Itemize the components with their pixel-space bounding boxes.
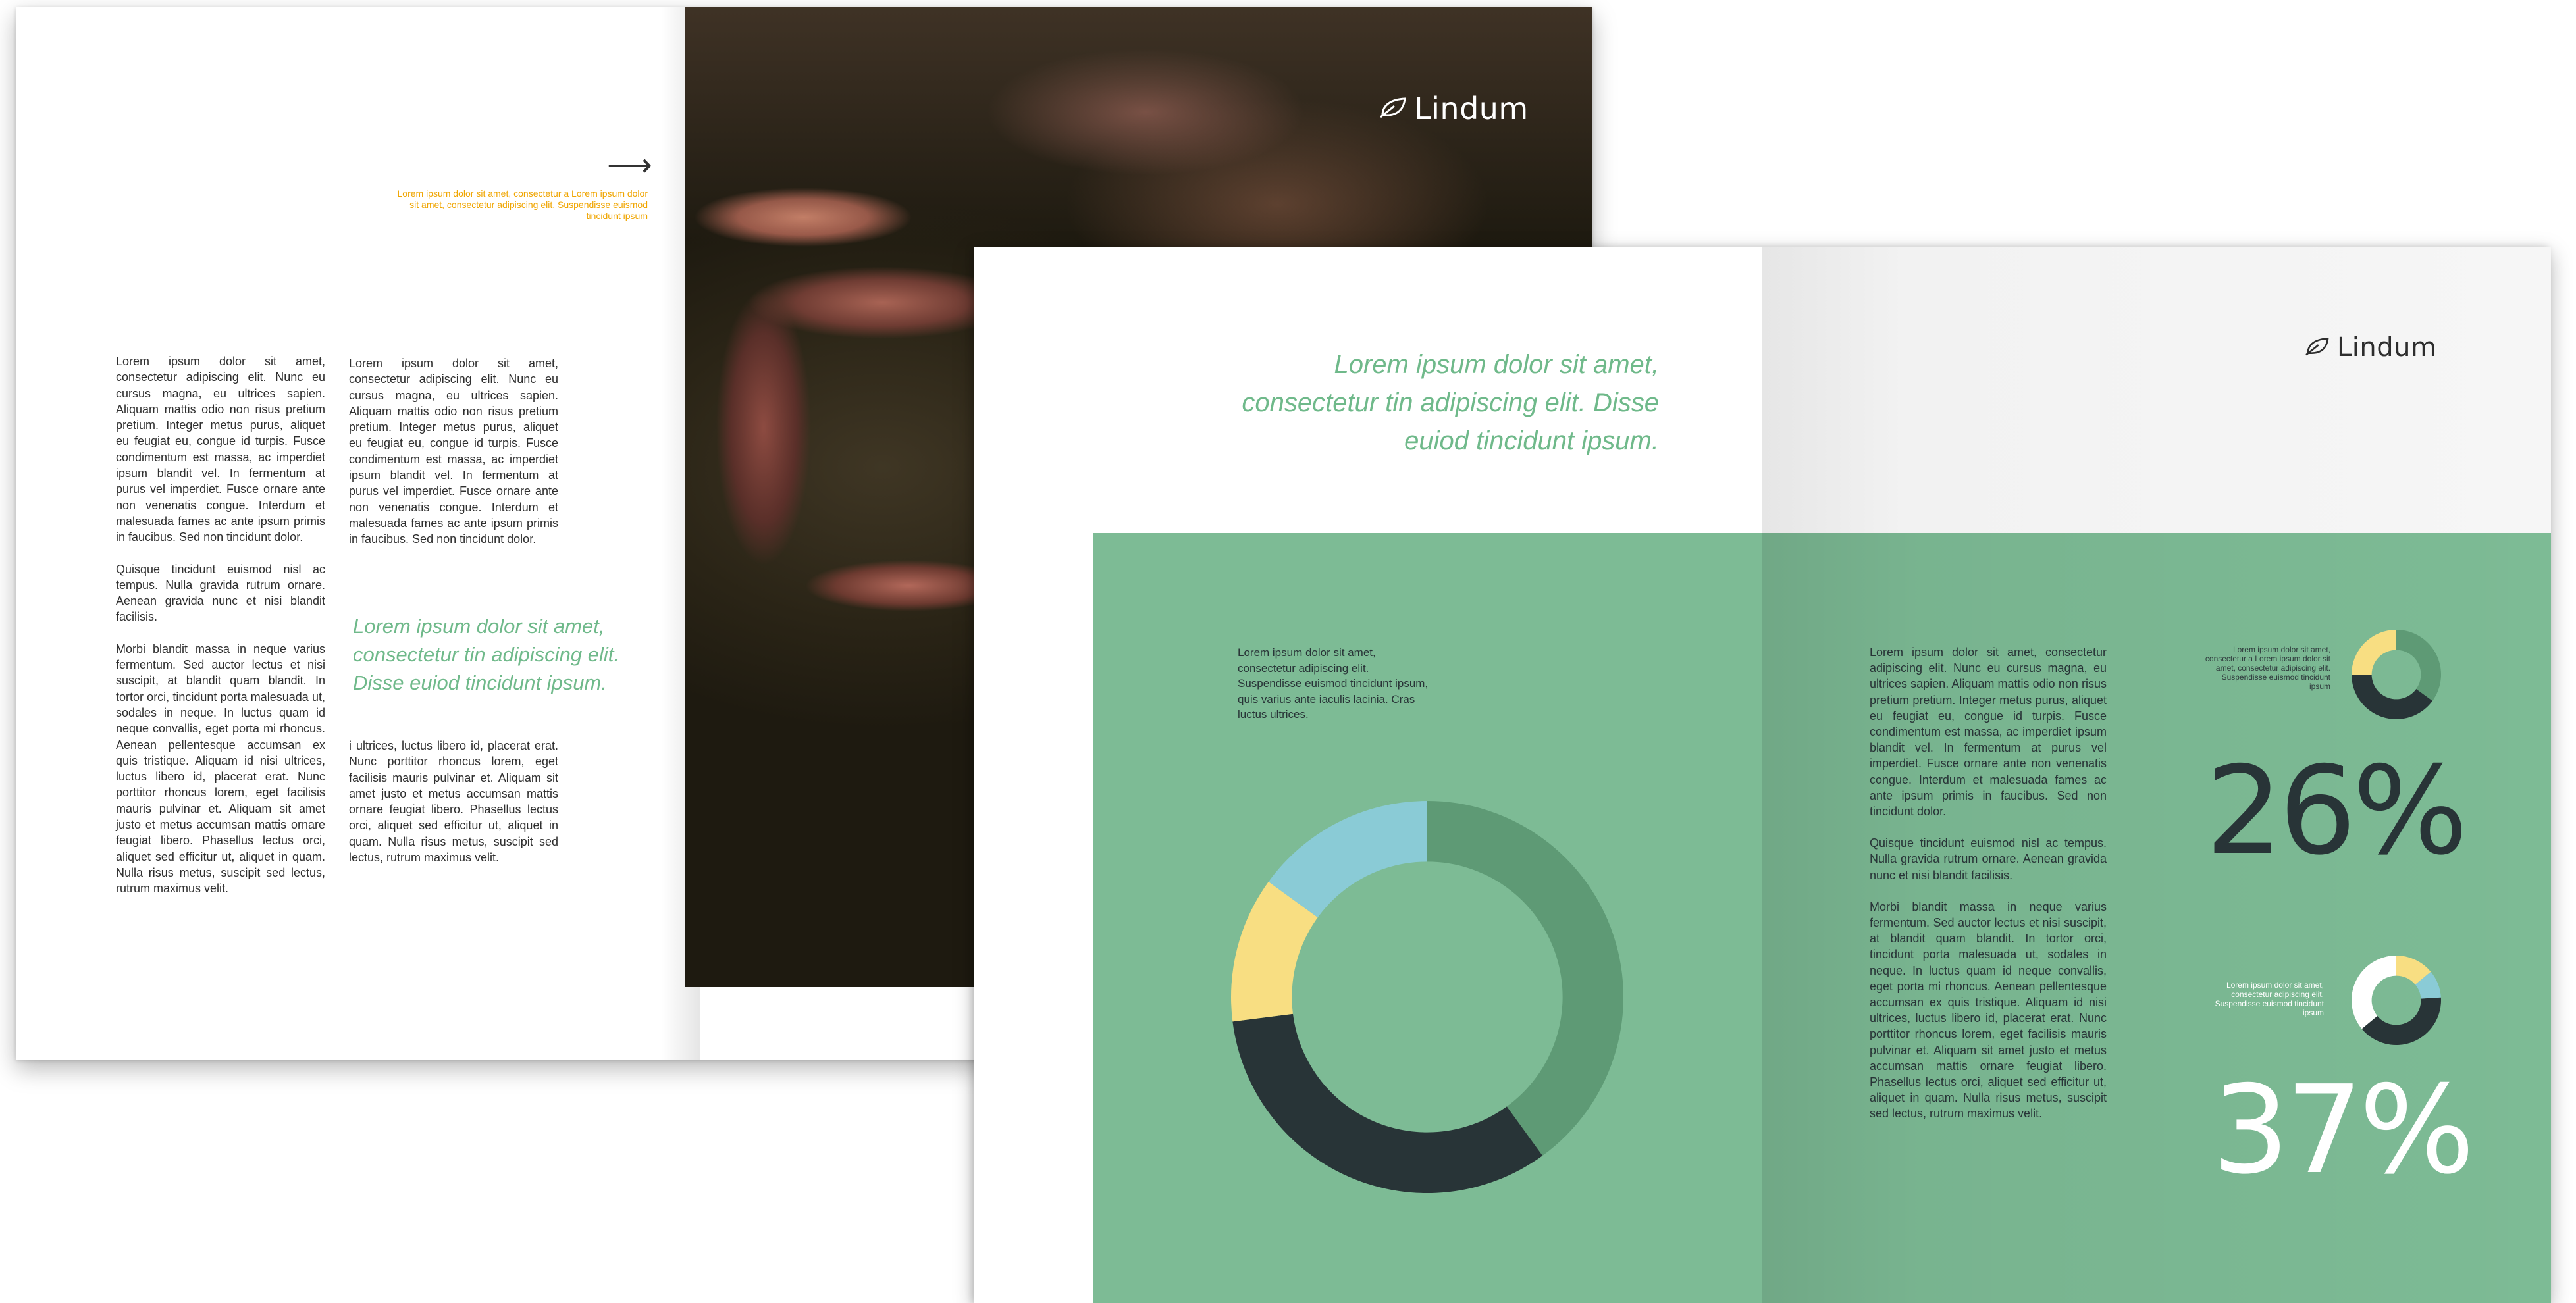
back-text-column-1: Lorem ipsum dolor sit amet, consectetur … [116, 353, 325, 913]
brand-name: Lindum [1414, 91, 1529, 126]
stat-note-1: Lorem ipsum dolor sit amet, consectetur … [2205, 645, 2330, 691]
brand-logo: Lindum [2304, 332, 2436, 363]
leaf-icon [2304, 336, 2330, 360]
back-orange-note: Lorem ipsum dolor sit amet, consectetur … [397, 188, 648, 221]
donut-segment-1 [1427, 801, 1623, 1156]
brand-logo: Lindum [1379, 91, 1529, 126]
paragraph: Quisque tincidunt euismod nisl ac tempus… [116, 562, 325, 624]
paragraph: Lorem ipsum dolor sit amet, consectetur … [116, 355, 325, 544]
brand-name: Lindum [2337, 332, 2437, 363]
paragraph: i ultrices, luctus libero id, placerat e… [349, 739, 558, 865]
donut-segment-2 [1232, 1013, 1543, 1193]
paragraph: Morbi blandit massa in neque varius ferm… [116, 642, 325, 896]
small-donut-chart-1 [2352, 630, 2441, 719]
leaf-icon [1379, 95, 1407, 122]
stat-note-2: Lorem ipsum dolor sit amet, consectetur … [2215, 981, 2324, 1017]
right-page-tint [1762, 247, 2551, 533]
back-text-column-2: Lorem ipsum dolor sit amet, consectetur … [349, 355, 558, 563]
large-donut-chart [1231, 801, 1623, 1193]
arrow-right-icon: ⟶ [607, 148, 652, 183]
chart-caption: Lorem ipsum dolor sit amet, consectetur … [1238, 646, 1429, 721]
paragraph: Morbi blandit massa in neque varius ferm… [1870, 900, 2107, 1121]
paragraph: Lorem ipsum dolor sit amet, consectetur … [349, 357, 558, 546]
front-heading: Lorem ipsum dolor sit amet, consectetur … [1242, 350, 1659, 455]
donut-segment-3 [2361, 997, 2441, 1045]
front-brochure-spread: Lorem ipsum dolor sit amet, consectetur … [974, 247, 2551, 1303]
donut-segment-3 [2352, 630, 2396, 675]
small-donut-chart-2 [2352, 956, 2441, 1045]
donut-segment-4 [2352, 956, 2396, 1029]
paragraph: Lorem ipsum dolor sit amet, consectetur … [1870, 646, 2107, 819]
stat-value-37: 37% [2212, 1059, 2475, 1201]
pull-quote: Lorem ipsum dolor sit amet, consectetur … [353, 615, 619, 694]
donut-segment-1 [2396, 630, 2441, 701]
back-text-column-3: i ultrices, luctus libero id, placerat e… [349, 738, 558, 881]
paragraph: Quisque tincidunt euismod nisl ac tempus… [1870, 836, 2107, 882]
front-text-column: Lorem ipsum dolor sit amet, consectetur … [1870, 644, 2107, 1138]
stat-value-26: 26% [2205, 740, 2468, 882]
